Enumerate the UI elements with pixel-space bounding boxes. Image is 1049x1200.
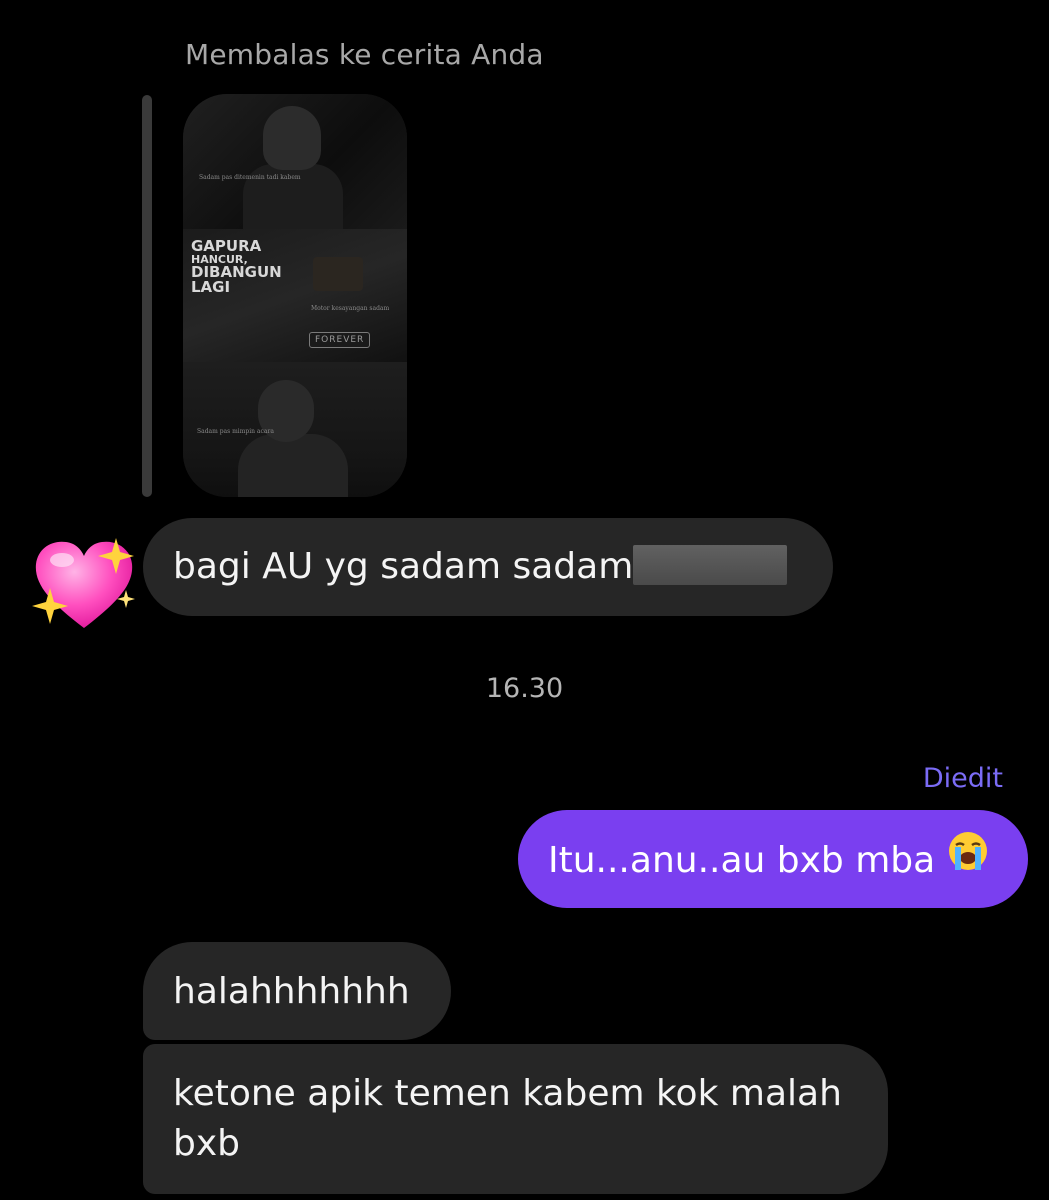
story-panel-top: Sadam pas ditemenin tadi kabem xyxy=(183,94,407,234)
story-caption-middle: Motor kesayangan sadam xyxy=(311,305,390,312)
chat-thread: Membalas ke cerita Anda Sadam pas diteme… xyxy=(0,0,1049,1200)
story-panel-middle: GAPURA HANCUR, DIBANGUN LAGI Motor kesay… xyxy=(183,229,407,362)
redacted-text-block xyxy=(633,545,788,585)
story-sticker xyxy=(313,257,363,291)
reply-quote-bar xyxy=(142,95,152,497)
story-thumbnail[interactable]: Sadam pas ditemenin tadi kabem GAPURA HA… xyxy=(183,94,407,497)
message-text: ketone apik temen kabem kok malah bxb xyxy=(173,1073,842,1164)
edited-label[interactable]: Diedit xyxy=(923,763,1003,794)
message-text: bagi AU yg sadam sadam xyxy=(173,546,634,587)
message-bubble-incoming[interactable]: halahhhhhhh xyxy=(143,942,451,1040)
story-caption-top: Sadam pas ditemenin tadi kabem xyxy=(199,174,301,181)
story-caption-bottom: Sadam pas mimpin acara xyxy=(197,428,274,435)
message-bubble-incoming[interactable]: ketone apik temen kabem kok malah bxb xyxy=(143,1044,888,1194)
story-headline: GAPURA HANCUR, DIBANGUN LAGI xyxy=(191,237,282,296)
story-panel-bottom: Sadam pas mimpin acara xyxy=(183,362,407,497)
sparkling-heart-icon[interactable] xyxy=(30,536,138,634)
message-bubble-outgoing[interactable]: Itu...anu..au bxb mba xyxy=(518,810,1028,908)
reply-context-label: Membalas ke cerita Anda xyxy=(185,38,544,71)
story-badge: FOREVER xyxy=(309,332,371,348)
message-text: halahhhhhhh xyxy=(173,971,410,1012)
message-bubble-incoming[interactable]: bagi AU yg sadam sadam xyxy=(143,518,833,616)
timestamp-divider: 16.30 xyxy=(485,673,564,704)
loudly-crying-face-icon xyxy=(947,830,989,886)
message-text: Itu...anu..au bxb mba xyxy=(548,840,936,881)
